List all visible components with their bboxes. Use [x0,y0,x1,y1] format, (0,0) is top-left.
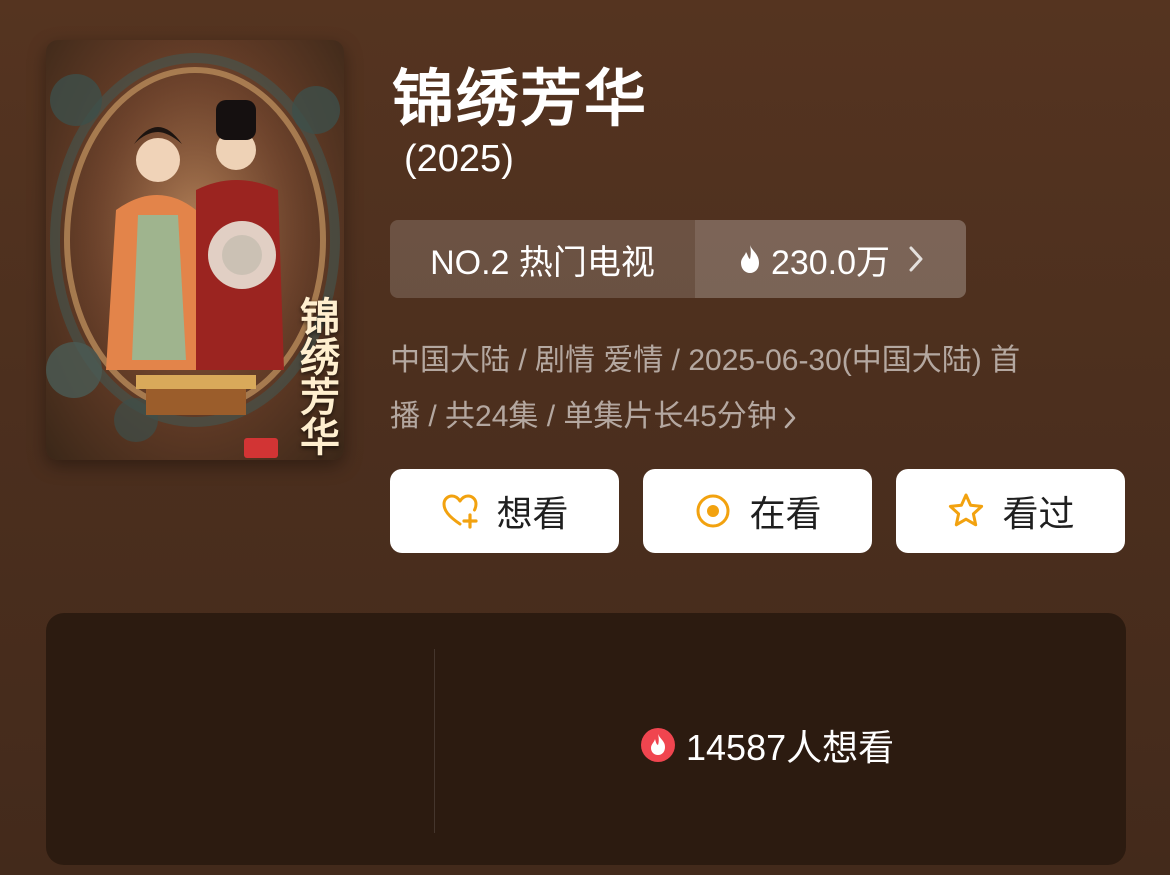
want-to-watch-button[interactable]: 想看 [390,469,619,553]
hot-badge-icon [641,728,675,762]
star-icon [949,493,984,527]
poster-title-text: 锦绣芳华 [293,296,340,456]
chevron-right-icon [784,407,796,429]
watched-label: 看过 [1002,493,1075,534]
show-meta-info[interactable]: 中国大陆 / 剧情 爱情 / 2025-06-30(中国大陆) 首 播 / 共2… [390,333,1130,445]
target-icon [696,494,730,528]
heat-value: 230.0万 [770,243,891,282]
watched-button[interactable]: 看过 [896,469,1125,553]
watching-button[interactable]: 在看 [643,469,872,553]
want-count: 14587人想看 [640,719,894,771]
poster-image[interactable]: 锦绣芳华 [46,40,344,460]
meta-line-1: 中国大陆 / 剧情 爱情 / 2025-06-30(中国大陆) 首 [390,344,1021,377]
want-to-watch-label: 想看 [496,493,569,534]
show-title: 锦绣芳华 [392,62,649,135]
heat-score[interactable]: 230.0万 [695,220,966,298]
chevron-right-icon [909,246,923,272]
stats-panel: 14587人想看 [46,613,1126,865]
panel-divider [434,649,435,833]
rank-badge[interactable]: NO.2 热门电视 230.0万 [390,220,966,298]
flame-icon [740,245,759,273]
heart-plus-icon [442,494,479,529]
want-count-text: 14587人想看 [686,727,895,768]
show-year: (2025) [404,138,514,180]
rank-label: NO.2 热门电视 [390,220,695,298]
meta-line-2: 播 / 共24集 / 单集片长45分钟 [390,400,777,433]
watching-label: 在看 [749,493,822,534]
meta-line-2-wrap: 播 / 共24集 / 单集片长45分钟 [390,389,1130,445]
action-buttons: 想看 在看 看过 [390,469,1125,553]
